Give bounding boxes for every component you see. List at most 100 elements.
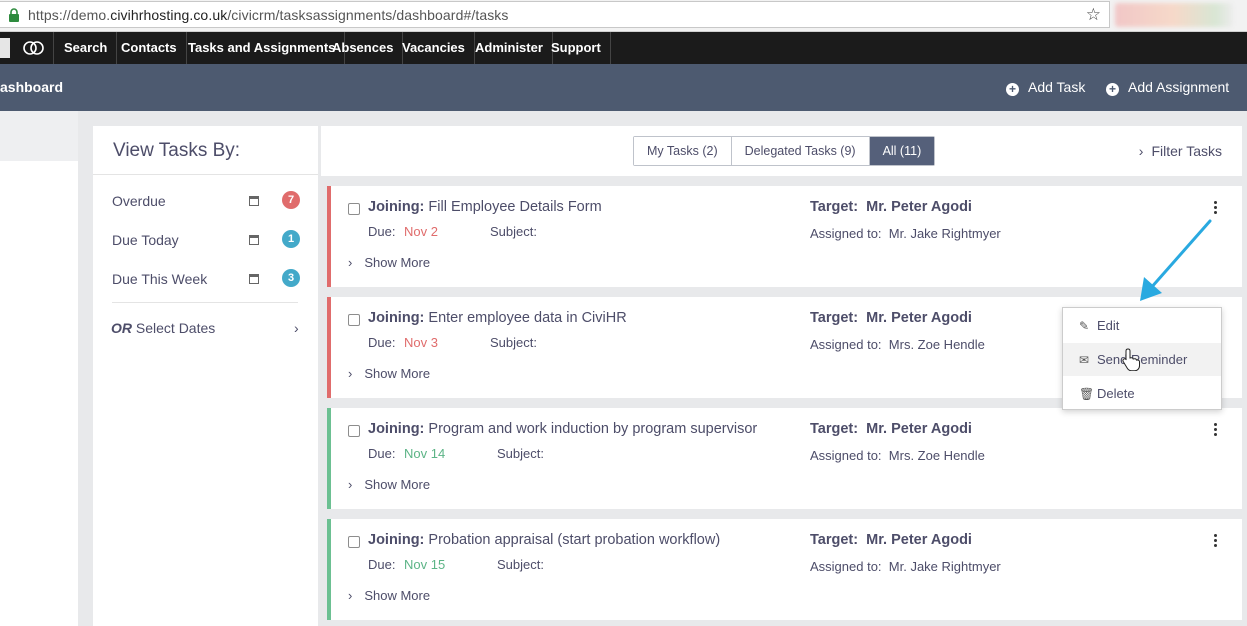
- status-stripe: [327, 408, 331, 509]
- url-text: https://demo.civihrhosting.co.uk/civicrm…: [28, 7, 509, 23]
- lock-icon: [9, 8, 19, 22]
- task-target: Target: Mr. Peter Agodi: [810, 310, 972, 326]
- task-assignee: Assigned to: Mr. Jake Rightmyer: [810, 226, 1001, 241]
- count-badge: 1: [282, 230, 300, 248]
- count-badge: 7: [282, 191, 300, 209]
- task-assignee: Assigned to: Mrs. Zoe Hendle: [810, 337, 985, 352]
- left-blank-panel: [0, 161, 78, 626]
- view-tasks-by-panel: View Tasks By: Overdue 7 Due Today 1 Due…: [93, 126, 318, 626]
- bookmark-star-icon[interactable]: ☆: [1086, 5, 1101, 25]
- subject-label: Subject:: [490, 224, 537, 239]
- tab-my-tasks[interactable]: My Tasks (2): [634, 137, 732, 165]
- chevron-right-icon: ›: [348, 255, 353, 270]
- status-stripe: [327, 297, 331, 398]
- task-assignee: Assigned to: Mrs. Zoe Hendle: [810, 448, 985, 463]
- pencil-icon: ✎: [1079, 319, 1090, 333]
- show-more-toggle[interactable]: › Show More: [348, 588, 430, 603]
- due-label: Due:: [368, 557, 396, 572]
- chevron-right-icon[interactable]: ›: [294, 320, 299, 336]
- menu-administer[interactable]: Administer: [466, 32, 553, 64]
- calendar-icon: [249, 196, 259, 206]
- due-date: Nov 3: [404, 335, 438, 350]
- menu-support[interactable]: Support: [542, 32, 611, 64]
- show-more-toggle[interactable]: › Show More: [348, 366, 430, 381]
- show-more-toggle[interactable]: › Show More: [348, 255, 430, 270]
- filter-tasks-toggle[interactable]: › Filter Tasks: [1139, 143, 1222, 159]
- due-date: Nov 2: [404, 224, 438, 239]
- count-badge: 3: [282, 269, 300, 287]
- task-target: Target: Mr. Peter Agodi: [810, 421, 972, 437]
- filter-overdue[interactable]: Overdue 7: [112, 190, 302, 214]
- status-stripe: [327, 186, 331, 287]
- task-title[interactable]: Joining: Fill Employee Details Form: [368, 199, 602, 215]
- task-target: Target: Mr. Peter Agodi: [810, 199, 972, 215]
- chevron-right-icon: ›: [348, 366, 353, 381]
- annotation-arrow-icon: [1140, 219, 1212, 301]
- status-stripe: [327, 519, 331, 620]
- menu-vacancies[interactable]: Vacancies: [393, 32, 475, 64]
- more-actions-icon[interactable]: [1214, 423, 1217, 436]
- divider: [112, 302, 298, 303]
- due-label: Due:: [368, 224, 396, 239]
- page-header-bar: ashboard + Add Task + Add Assignment: [0, 64, 1247, 111]
- due-date: Nov 14: [404, 446, 446, 461]
- trash-icon: 🗑: [1079, 387, 1095, 401]
- due-label: Due:: [368, 335, 396, 350]
- dropdown-delete[interactable]: 🗑 Delete: [1063, 377, 1221, 410]
- subject-label: Subject:: [497, 446, 544, 461]
- blurred-extensions: [1115, 3, 1233, 27]
- select-dates-link[interactable]: OR Select Dates: [111, 320, 215, 336]
- show-more-toggle[interactable]: › Show More: [348, 477, 430, 492]
- tab-all[interactable]: All (11): [869, 137, 935, 165]
- menu-absences[interactable]: Absences: [323, 32, 404, 64]
- menu-tasks-and-assignments[interactable]: Tasks and Assignments: [179, 32, 346, 64]
- view-tasks-by-title: View Tasks By:: [113, 140, 241, 161]
- filter-due-today[interactable]: Due Today 1: [112, 229, 302, 253]
- browser-address-bar: https://demo.civihrhosting.co.uk/civicrm…: [0, 0, 1247, 32]
- calendar-icon: [249, 235, 259, 245]
- filter-label: Due Today: [112, 232, 179, 248]
- hand-cursor-icon: [1122, 348, 1140, 371]
- more-actions-icon[interactable]: [1214, 201, 1217, 214]
- plus-circle-icon: +: [1106, 83, 1119, 96]
- more-actions-icon[interactable]: [1214, 534, 1217, 547]
- subject-label: Subject:: [497, 557, 544, 572]
- task-card: Joining: Probation appraisal (start prob…: [327, 519, 1242, 620]
- add-task-button[interactable]: + Add Task: [1006, 79, 1085, 96]
- task-title[interactable]: Joining: Program and work induction by p…: [368, 421, 757, 437]
- filter-label: Due This Week: [112, 271, 208, 287]
- task-card: Joining: Program and work induction by p…: [327, 408, 1242, 509]
- add-assignment-button[interactable]: + Add Assignment: [1106, 79, 1229, 96]
- task-assignee: Assigned to: Mr. Jake Rightmyer: [810, 559, 1001, 574]
- civicrm-menu-bar: Search Contacts Tasks and Assignments Ab…: [0, 32, 1247, 64]
- envelope-icon: ✉: [1079, 353, 1090, 367]
- due-label: Due:: [368, 446, 396, 461]
- divider: [93, 174, 318, 175]
- plus-circle-icon: +: [1006, 83, 1019, 96]
- task-target: Target: Mr. Peter Agodi: [810, 532, 972, 548]
- url-field[interactable]: https://demo.civihrhosting.co.uk/civicrm…: [0, 1, 1110, 28]
- chevron-right-icon: ›: [348, 588, 353, 603]
- dropdown-edit[interactable]: ✎ Edit: [1063, 309, 1221, 342]
- chevron-right-icon: ›: [348, 477, 353, 492]
- task-list-toolbar: My Tasks (2) Delegated Tasks (9) All (11…: [321, 126, 1242, 176]
- task-checkbox[interactable]: [348, 425, 360, 437]
- menu-quicksearch-box[interactable]: [0, 38, 10, 58]
- due-date: Nov 15: [404, 557, 446, 572]
- task-title[interactable]: Joining: Enter employee data in CiviHR: [368, 310, 627, 326]
- task-checkbox[interactable]: [348, 314, 360, 326]
- page-title: ashboard: [0, 79, 64, 95]
- menu-search[interactable]: Search: [55, 32, 118, 64]
- chevron-right-icon: ›: [1138, 143, 1144, 159]
- task-title[interactable]: Joining: Probation appraisal (start prob…: [368, 532, 720, 548]
- task-checkbox[interactable]: [348, 536, 360, 548]
- civicrm-logo-icon[interactable]: [14, 32, 54, 64]
- task-tabs: My Tasks (2) Delegated Tasks (9) All (11…: [633, 136, 936, 166]
- menu-contacts[interactable]: Contacts: [112, 32, 187, 64]
- calendar-icon: [249, 274, 259, 284]
- filter-due-this-week[interactable]: Due This Week 3: [112, 268, 302, 292]
- task-checkbox[interactable]: [348, 203, 360, 215]
- filter-label: Overdue: [112, 193, 166, 209]
- tab-delegated-tasks[interactable]: Delegated Tasks (9): [731, 137, 870, 165]
- subject-label: Subject:: [490, 335, 537, 350]
